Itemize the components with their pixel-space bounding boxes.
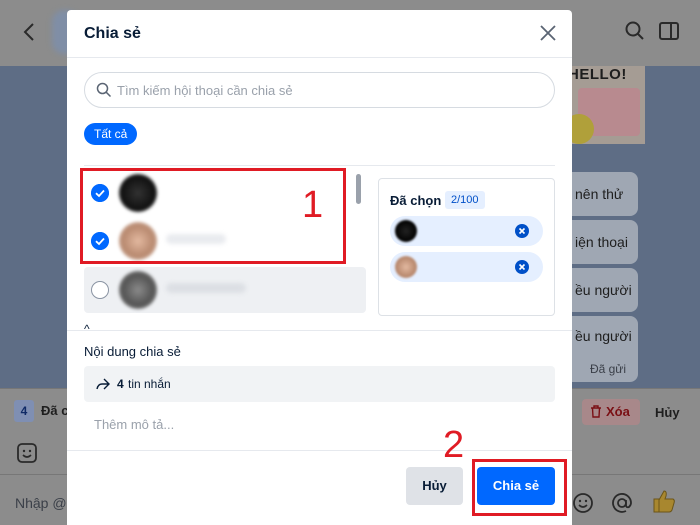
mention-icon[interactable] xyxy=(611,492,633,514)
message-count: 4 xyxy=(117,377,124,391)
search-icon[interactable] xyxy=(624,20,646,42)
delete-button[interactable]: Xóa xyxy=(582,399,640,425)
cancel-button[interactable]: Hủy xyxy=(406,467,463,505)
trash-icon xyxy=(591,405,601,418)
message-status: Đã gửi xyxy=(589,362,626,376)
selected-count-badge: 2/100 xyxy=(445,191,485,209)
search-input[interactable]: Tìm kiếm hội thoại cần chia sẻ xyxy=(84,72,555,108)
selected-contact-pill xyxy=(390,216,543,246)
sidebar-toggle-icon[interactable] xyxy=(658,20,680,42)
composer-placeholder: Nhập @ xyxy=(15,495,67,511)
cancel-selection-button[interactable]: Hủy xyxy=(655,405,680,420)
divider xyxy=(67,57,572,58)
contact-avatar xyxy=(119,271,157,309)
selected-label: Đã chọn xyxy=(390,193,442,208)
selection-count-badge: 4 xyxy=(14,400,34,422)
selected-avatar xyxy=(395,220,417,242)
filter-chip-all[interactable]: Tất cả xyxy=(84,123,138,145)
selected-panel: Đã chọn 2/100 xyxy=(378,178,555,316)
annotation-number-2: 2 xyxy=(443,424,465,466)
share-dialog: Chia sẻ Tìm kiếm hội thoại cần chia sẻ T… xyxy=(67,10,572,525)
emoji-icon[interactable] xyxy=(572,492,594,514)
contact-row[interactable] xyxy=(84,267,366,313)
share-content-title: Nội dung chia sẻ xyxy=(84,344,181,359)
annotation-number-1: 1 xyxy=(302,184,324,226)
back-arrow-icon[interactable] xyxy=(20,20,40,44)
message-unit: tin nhắn xyxy=(128,377,171,391)
forward-icon xyxy=(96,378,110,390)
collapse-toggle[interactable]: ^ xyxy=(84,322,90,336)
selected-avatar xyxy=(395,256,417,278)
unchecked-icon[interactable] xyxy=(91,281,109,299)
thumbs-up-icon[interactable] xyxy=(651,488,677,514)
sticker-icon[interactable] xyxy=(17,443,37,463)
description-input[interactable]: Thêm mô tả... xyxy=(94,417,174,432)
annotation-box-2 xyxy=(472,459,567,516)
list-scrollbar[interactable] xyxy=(356,174,361,204)
divider xyxy=(84,165,555,166)
remove-icon[interactable] xyxy=(515,224,529,238)
search-icon xyxy=(96,82,112,98)
selection-label: Đã c xyxy=(41,403,69,418)
divider xyxy=(67,450,572,451)
search-placeholder: Tìm kiếm hội thoại cần chia sẻ xyxy=(117,83,293,98)
sticker-text: HELLO! xyxy=(570,66,627,83)
divider xyxy=(67,330,572,331)
hello-sticker: HELLO! xyxy=(570,66,645,144)
shared-messages-summary: 4 tin nhắn xyxy=(84,366,555,402)
close-icon[interactable] xyxy=(537,22,559,44)
selected-contact-pill xyxy=(390,252,543,282)
dialog-title: Chia sẻ xyxy=(84,25,141,42)
contact-name-blurred xyxy=(166,283,246,293)
remove-icon[interactable] xyxy=(515,260,529,274)
